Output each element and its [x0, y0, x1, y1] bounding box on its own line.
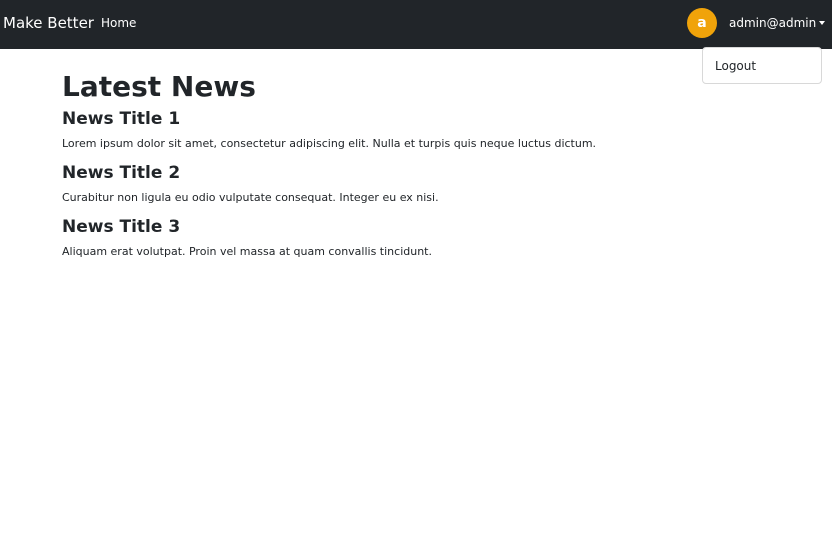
brand-link[interactable]: Make Better	[3, 14, 94, 32]
news-body: Aliquam erat volutpat. Proin vel massa a…	[62, 245, 432, 258]
top-navbar: Make Better Home a admin@admin	[0, 0, 832, 49]
news-title: News Title 3	[62, 217, 181, 237]
nav-home-link[interactable]: Home	[101, 16, 136, 30]
news-title: News Title 2	[62, 163, 181, 183]
news-item: News Title 2 Curabitur non ligula eu odi…	[62, 162, 682, 205]
caret-down-icon	[819, 21, 826, 25]
news-body: Curabitur non ligula eu odio vulputate c…	[62, 191, 439, 204]
logout-menu-item[interactable]: Logout	[715, 59, 756, 73]
page-title: Latest News	[62, 70, 256, 103]
news-body: Lorem ipsum dolor sit amet, consectetur …	[62, 137, 597, 150]
user-email: admin@admin	[729, 16, 817, 30]
news-item: News Title 3 Aliquam erat volutpat. Proi…	[62, 216, 682, 259]
user-avatar[interactable]: a	[687, 8, 717, 38]
news-title: News Title 1	[62, 109, 181, 129]
main-content: Latest News News Title 1 Lorem ipsum dol…	[62, 70, 682, 270]
user-menu-toggle[interactable]: admin@admin	[729, 16, 826, 30]
news-item: News Title 1 Lorem ipsum dolor sit amet,…	[62, 108, 682, 151]
user-dropdown-menu: Logout	[702, 47, 822, 84]
